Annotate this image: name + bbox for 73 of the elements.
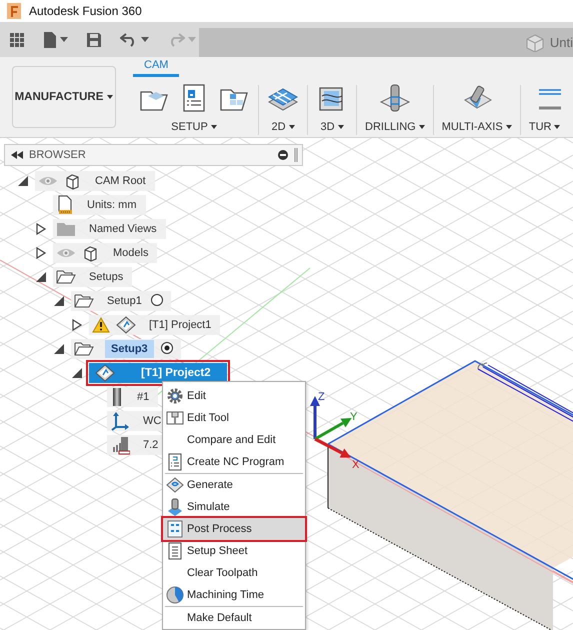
minimize-icon xyxy=(278,150,288,160)
warning-icon xyxy=(92,317,110,333)
collapse-panel-icon xyxy=(11,151,23,159)
expanded-triangle-icon xyxy=(35,271,47,283)
toolpath-diamond-icon xyxy=(95,364,115,382)
ribbon-group-button[interactable]: SETUP xyxy=(171,121,217,133)
document-icon xyxy=(56,195,74,215)
folder-open-icon xyxy=(74,293,94,309)
folder-icon xyxy=(56,221,76,237)
expanded-triangle-icon xyxy=(53,295,65,307)
document-tab-title: Unti xyxy=(550,35,573,50)
gear-icon xyxy=(166,387,184,405)
menu-item[interactable]: Simulate xyxy=(163,496,305,518)
radio-on-icon xyxy=(160,340,174,354)
app-logo-icon xyxy=(7,3,21,19)
document-icon xyxy=(166,542,184,560)
collapsed-triangle-icon xyxy=(35,223,47,235)
tree-item[interactable]: Setup3 xyxy=(71,339,181,359)
folder-open-icon xyxy=(74,341,94,357)
toolbar-button[interactable] xyxy=(378,82,411,114)
expanded-triangle-icon xyxy=(17,175,29,187)
menu-item[interactable]: Setup Sheet xyxy=(163,540,305,562)
axis-label: Y xyxy=(350,411,358,423)
tree-item[interactable]: Units: mm xyxy=(53,195,146,215)
tree-item[interactable]: [T1] Project1 xyxy=(89,315,220,335)
window-title: Autodesk Fusion 360 xyxy=(29,4,142,18)
drill-block-icon xyxy=(378,82,411,114)
browser-title: BROWSER xyxy=(29,149,87,161)
save-icon xyxy=(86,32,102,48)
app-grid-icon xyxy=(9,32,25,48)
menu-item[interactable]: Post Process xyxy=(163,518,305,540)
toolpath-diamond-icon xyxy=(116,316,136,334)
ribbon-tab[interactable]: CAM xyxy=(133,57,180,77)
tool-cylinder-icon xyxy=(110,387,124,407)
collapsed-triangle-icon xyxy=(71,319,83,331)
ribbon-group-button[interactable]: TUR xyxy=(528,121,560,133)
simulate-icon xyxy=(166,498,184,516)
eye-icon xyxy=(38,174,58,188)
tree-item[interactable]: CAM Root xyxy=(35,171,155,191)
axes-icon xyxy=(110,411,130,431)
menu-item[interactable]: Edit xyxy=(163,385,305,407)
menu-item[interactable]: Create NC Program xyxy=(163,451,305,473)
ribbon-group-button[interactable]: DRILLING xyxy=(365,121,425,133)
tree-item[interactable]: Models xyxy=(53,243,158,263)
menu-item[interactable]: Generate xyxy=(163,474,305,496)
menu-item[interactable]: Make Default xyxy=(163,607,305,629)
toolpath-diamond-icon xyxy=(166,476,184,494)
axis-label: Z xyxy=(318,391,325,403)
ribbon-group-button[interactable]: 3D xyxy=(320,121,344,133)
ribbon-group-button[interactable]: 2D xyxy=(271,121,295,133)
pie-chart-icon xyxy=(166,586,184,604)
eye-icon xyxy=(56,246,76,260)
folder-open-icon xyxy=(56,269,76,285)
radio-off-icon xyxy=(150,292,164,306)
tree-item[interactable]: [T1] Project2 xyxy=(89,363,227,383)
menu-item[interactable]: Machining Time xyxy=(163,584,305,606)
file-icon xyxy=(43,30,57,48)
ribbon-group-button[interactable]: MULTI-AXIS xyxy=(442,121,512,133)
menu-item[interactable]: Clear Toolpath xyxy=(163,562,305,584)
workspace-dropdown[interactable]: MANUFACTURE xyxy=(12,66,116,128)
tree-item[interactable]: Setup1 xyxy=(71,291,171,311)
expanded-triangle-icon xyxy=(53,343,65,355)
post-process-icon xyxy=(166,520,184,538)
tree-item[interactable]: Named Views xyxy=(53,219,166,239)
cube-icon xyxy=(526,34,544,52)
nc-program-icon xyxy=(166,453,184,471)
expanded-triangle-icon xyxy=(71,367,83,379)
tool-holder-icon xyxy=(166,409,184,427)
axis-label: X xyxy=(352,459,360,471)
tree-item[interactable]: #1 xyxy=(107,387,158,407)
tree-item[interactable]: Setups xyxy=(53,267,132,287)
collapsed-triangle-icon xyxy=(35,247,47,259)
resize-handle-icon xyxy=(294,148,298,162)
